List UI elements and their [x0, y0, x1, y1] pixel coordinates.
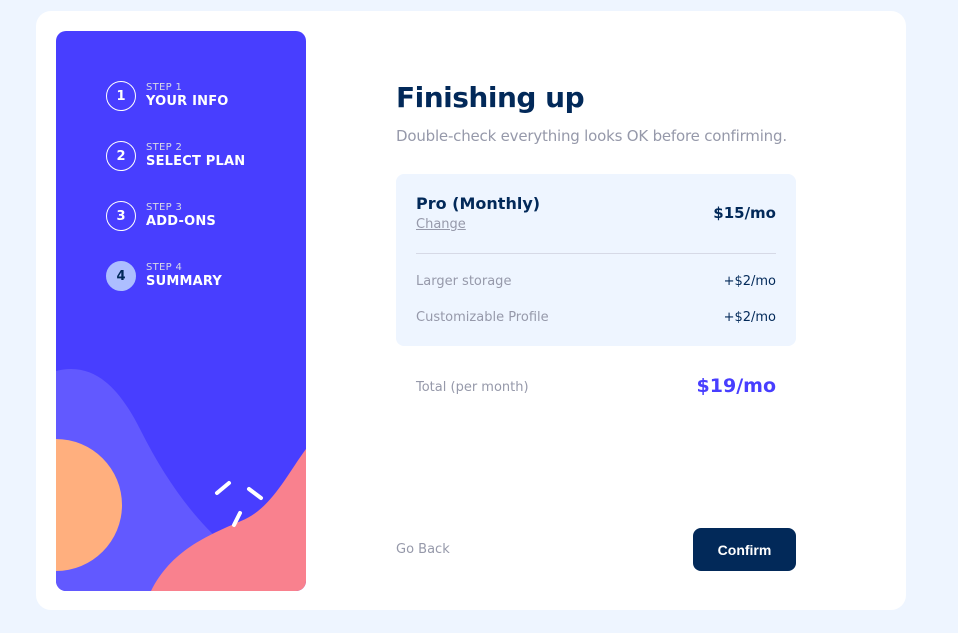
change-plan-link[interactable]: Change — [416, 217, 466, 232]
total-price: $19/mo — [696, 375, 776, 397]
step-title: SELECT PLAN — [146, 154, 246, 169]
step-number: 1 — [106, 81, 136, 111]
summary-panel: Finishing up Double-check everything loo… — [396, 11, 796, 610]
step-title: YOUR INFO — [146, 94, 229, 109]
plan-price: $15/mo — [713, 204, 776, 222]
addon-price: +$2/mo — [723, 274, 776, 289]
total-label: Total (per month) — [416, 380, 529, 395]
step-2[interactable]: 2 STEP 2 SELECT PLAN — [106, 140, 245, 172]
steps-sidebar: 1 STEP 1 YOUR INFO 2 STEP 2 SELECT PLAN … — [56, 31, 306, 591]
step-title: SUMMARY — [146, 274, 222, 289]
step-number: 3 — [106, 201, 136, 231]
go-back-link[interactable]: Go Back — [396, 542, 450, 557]
plan-name: Pro (Monthly) — [416, 194, 541, 213]
confirm-button[interactable]: Confirm — [693, 528, 796, 571]
addon-name: Larger storage — [416, 274, 512, 289]
step-number: 2 — [106, 141, 136, 171]
addon-name: Customizable Profile — [416, 310, 549, 325]
step-label: STEP 1 — [146, 82, 183, 93]
page-title: Finishing up — [396, 81, 585, 114]
addon-price: +$2/mo — [723, 310, 776, 325]
step-3[interactable]: 3 STEP 3 ADD-ONS — [106, 200, 216, 232]
sidebar-decoration — [56, 369, 306, 591]
step-label: STEP 2 — [146, 142, 183, 153]
step-title: ADD-ONS — [146, 214, 216, 229]
page-subtitle: Double-check everything looks OK before … — [396, 127, 787, 145]
step-number: 4 — [106, 261, 136, 291]
summary-divider — [416, 253, 776, 254]
form-card: 1 STEP 1 YOUR INFO 2 STEP 2 SELECT PLAN … — [36, 11, 906, 610]
order-summary-box: Pro (Monthly) Change $15/mo Larger stora… — [396, 174, 796, 346]
step-1[interactable]: 1 STEP 1 YOUR INFO — [106, 80, 229, 112]
step-label: STEP 4 — [146, 262, 183, 273]
step-4[interactable]: 4 STEP 4 SUMMARY — [106, 260, 222, 292]
step-label: STEP 3 — [146, 202, 183, 213]
